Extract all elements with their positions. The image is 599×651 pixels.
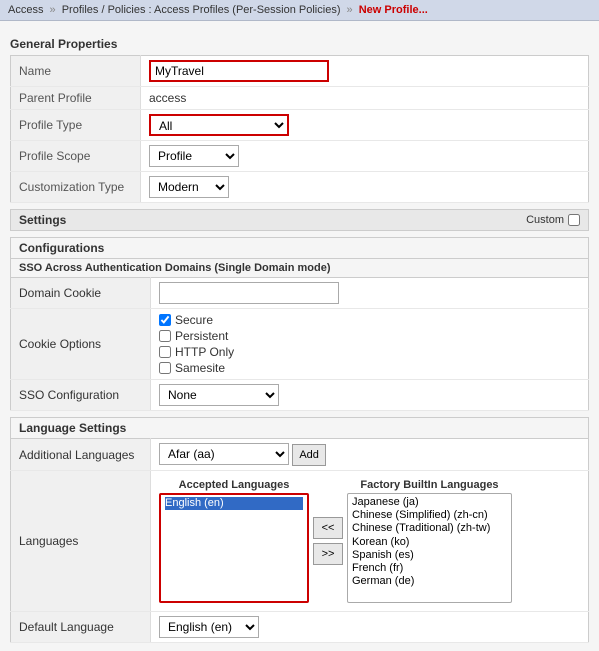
profile-scope-select[interactable]: Profile Global — [149, 145, 239, 167]
additional-languages-cell: Afar (aa) Abkhazian (ab) Afrikaans (af) … — [151, 439, 589, 471]
factory-languages-box: Factory BuiltIn Languages Japanese (ja) … — [347, 479, 512, 603]
breadcrumb-sep1: » — [50, 4, 56, 16]
language-settings-title: Language Settings — [10, 417, 589, 438]
cookie-options-row: Cookie Options Secure Persistent HTTP On… — [11, 309, 589, 380]
cookie-options-label: Cookie Options — [11, 309, 151, 380]
accepted-languages-box: Accepted Languages English (en) — [159, 479, 309, 603]
parent-profile-label: Parent Profile — [11, 87, 141, 110]
domain-cookie-label: Domain Cookie — [11, 278, 151, 309]
persistent-checkbox[interactable] — [159, 330, 171, 342]
configurations-title: Configurations — [10, 237, 589, 258]
secure-label: Secure — [175, 313, 213, 327]
sso-config-table: Domain Cookie Cookie Options Secure Pers… — [10, 277, 589, 411]
settings-label: Settings — [19, 213, 66, 227]
factory-languages-listbox[interactable]: Japanese (ja) Chinese (Simplified) (zh-c… — [347, 493, 512, 603]
breadcrumb-profiles[interactable]: Profiles / Policies : Access Profiles (P… — [62, 4, 341, 16]
languages-label: Languages — [11, 471, 151, 612]
languages-cell: Accepted Languages English (en) << >> Fa… — [151, 471, 589, 612]
domain-cookie-cell — [151, 278, 589, 309]
breadcrumb-access[interactable]: Access — [8, 4, 43, 16]
profile-type-select[interactable]: All LTM SSL-VPN Portal Access Remote Des… — [149, 114, 289, 136]
settings-right: Custom — [526, 214, 580, 226]
cookie-options-cell: Secure Persistent HTTP Only Samesite — [151, 309, 589, 380]
profile-type-cell: All LTM SSL-VPN Portal Access Remote Des… — [141, 110, 589, 141]
breadcrumb-sep2: » — [347, 4, 353, 16]
persistent-label: Persistent — [175, 329, 228, 343]
lang-arrows: << >> — [313, 517, 343, 565]
custom-checkbox[interactable] — [568, 214, 580, 226]
sso-configuration-label: SSO Configuration — [11, 380, 151, 411]
sso-section-title: SSO Across Authentication Domains (Singl… — [10, 258, 589, 277]
breadcrumb: Access » Profiles / Policies : Access Pr… — [0, 0, 599, 21]
sso-configuration-select[interactable]: None — [159, 384, 279, 406]
additional-languages-label: Additional Languages — [11, 439, 151, 471]
name-cell — [141, 56, 589, 87]
accepted-languages-label: Accepted Languages — [159, 479, 309, 491]
add-language-button[interactable]: Add — [292, 444, 326, 466]
parent-profile-row: Parent Profile access — [11, 87, 589, 110]
sso-configuration-row: SSO Configuration None — [11, 380, 589, 411]
languages-row: Languages Accepted Languages English (en… — [11, 471, 589, 612]
customization-type-row: Customization Type Modern Standard — [11, 172, 589, 203]
customization-type-label: Customization Type — [11, 172, 141, 203]
http-only-label: HTTP Only — [175, 345, 234, 359]
additional-languages-row: Additional Languages Afar (aa) Abkhazian… — [11, 439, 589, 471]
cookie-options-group: Secure Persistent HTTP Only Samesite — [159, 313, 580, 375]
default-language-label: Default Language — [11, 612, 151, 643]
customization-type-cell: Modern Standard — [141, 172, 589, 203]
move-left-button[interactable]: << — [313, 517, 343, 539]
profile-scope-cell: Profile Global — [141, 141, 589, 172]
profile-scope-row: Profile Scope Profile Global — [11, 141, 589, 172]
general-properties-header: General Properties — [10, 37, 589, 51]
move-right-button[interactable]: >> — [313, 543, 343, 565]
profile-scope-label: Profile Scope — [11, 141, 141, 172]
domain-cookie-row: Domain Cookie — [11, 278, 589, 309]
lang-lists-container: Accepted Languages English (en) << >> Fa… — [159, 475, 580, 607]
additional-languages-select[interactable]: Afar (aa) Abkhazian (ab) Afrikaans (af) — [159, 443, 289, 465]
name-row: Name — [11, 56, 589, 87]
profile-type-row: Profile Type All LTM SSL-VPN Portal Acce… — [11, 110, 589, 141]
settings-bar: Settings Custom — [10, 209, 589, 231]
breadcrumb-current: New Profile... — [359, 4, 428, 16]
language-settings-table: Additional Languages Afar (aa) Abkhazian… — [10, 438, 589, 643]
default-language-select[interactable]: English (en) — [159, 616, 259, 638]
name-label: Name — [11, 56, 141, 87]
samesite-item: Samesite — [159, 361, 580, 375]
parent-profile-value: access — [141, 87, 589, 110]
secure-checkbox[interactable] — [159, 314, 171, 326]
accepted-languages-listbox[interactable]: English (en) — [159, 493, 309, 603]
name-input[interactable] — [149, 60, 329, 82]
domain-cookie-input[interactable] — [159, 282, 339, 304]
http-only-checkbox[interactable] — [159, 346, 171, 358]
persistent-item: Persistent — [159, 329, 580, 343]
samesite-checkbox[interactable] — [159, 362, 171, 374]
profile-type-label: Profile Type — [11, 110, 141, 141]
secure-item: Secure — [159, 313, 580, 327]
samesite-label: Samesite — [175, 361, 225, 375]
default-language-row: Default Language English (en) — [11, 612, 589, 643]
general-properties-table: Name Parent Profile access Profile Type … — [10, 55, 589, 203]
custom-label: Custom — [526, 214, 564, 226]
http-only-item: HTTP Only — [159, 345, 580, 359]
main-content: General Properties Name Parent Profile a… — [0, 21, 599, 651]
sso-configuration-cell: None — [151, 380, 589, 411]
customization-type-select[interactable]: Modern Standard — [149, 176, 229, 198]
factory-languages-label: Factory BuiltIn Languages — [347, 479, 512, 491]
default-language-cell: English (en) — [151, 612, 589, 643]
